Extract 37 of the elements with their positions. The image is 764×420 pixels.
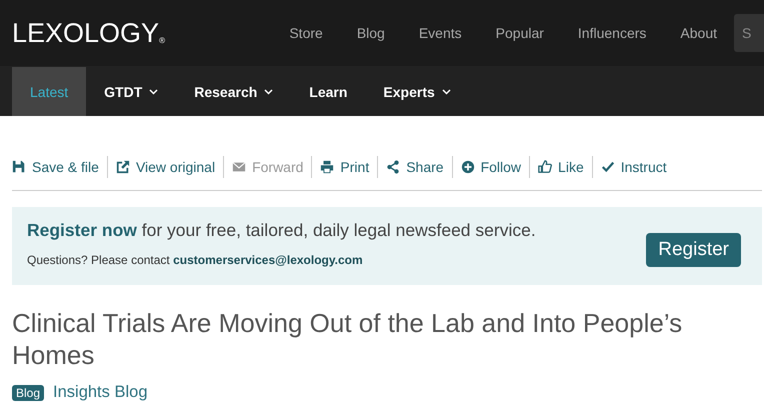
- logo[interactable]: LEXOLOGY®: [12, 18, 165, 48]
- chevron-down-icon: [149, 88, 158, 94]
- email-link[interactable]: customerservices@lexology.com: [173, 252, 363, 266]
- header-link[interactable]: Influencers: [560, 25, 664, 41]
- chevron-down-icon: [442, 88, 451, 94]
- like-action[interactable]: Like: [529, 156, 592, 178]
- external-icon: [116, 160, 130, 174]
- chevron-down-icon: [264, 88, 274, 94]
- plus-icon: [460, 160, 475, 174]
- check-icon: [600, 160, 615, 174]
- nav-tab[interactable]: Latest: [12, 67, 86, 116]
- nav-tab[interactable]: Experts: [365, 67, 469, 116]
- nav-tab[interactable]: Research: [176, 67, 292, 116]
- header-link[interactable]: Store: [272, 25, 340, 41]
- print-action[interactable]: Print: [311, 156, 378, 178]
- save-action[interactable]: Save & file: [12, 156, 107, 178]
- share-action[interactable]: Share: [377, 156, 452, 178]
- nav-tab[interactable]: Learn: [291, 67, 366, 116]
- plus-action[interactable]: Follow: [452, 156, 530, 178]
- print-icon: [320, 160, 334, 174]
- contact-text: Questions? Please contact customerservices@lexology.com: [27, 252, 364, 266]
- source-link[interactable]: Insights Blog: [53, 383, 148, 402]
- nav-tab[interactable]: GTDT: [86, 67, 176, 116]
- article-title: Clinical Trials Are Moving Out of the Lab and Into People’s Homes: [12, 307, 684, 371]
- header-link[interactable]: Popular: [478, 25, 561, 41]
- header-link[interactable]: About: [663, 25, 734, 41]
- header-link[interactable]: Blog: [340, 25, 402, 41]
- check-action[interactable]: Instruct: [592, 156, 675, 178]
- register-button[interactable]: Register: [646, 233, 741, 267]
- register-headline: Register now for your free, tailored, daily legal newsfeed service.: [27, 220, 537, 240]
- search-field[interactable]: S: [734, 14, 764, 52]
- blog-tag: Blog: [12, 384, 44, 400]
- like-icon: [538, 160, 552, 174]
- external-action[interactable]: View original: [106, 156, 224, 178]
- share-icon: [386, 160, 400, 174]
- mail-icon: [232, 160, 246, 174]
- header-link[interactable]: Events: [402, 25, 479, 41]
